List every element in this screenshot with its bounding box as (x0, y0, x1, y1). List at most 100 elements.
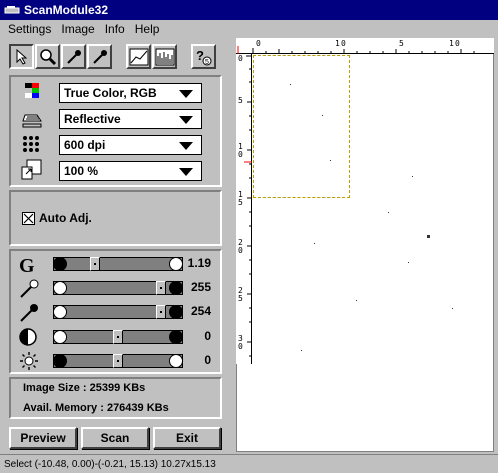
brightness-slider-thumb[interactable] (113, 354, 123, 368)
resolution-icon (23, 136, 39, 152)
auto-adjust-label: Auto Adj. (39, 211, 92, 225)
menu-settings[interactable]: Settings (0, 22, 56, 36)
ruler-left-label: 0 (238, 54, 243, 63)
status-bar: Select (-10.48, 0.00)-(-0.21, 15.13) 10.… (0, 454, 498, 473)
menu-help[interactable]: Help (130, 22, 165, 36)
help-tool-button[interactable]: ? 5 (191, 44, 216, 69)
resolution-value: 600 dpi (64, 138, 106, 152)
slider-min-icon (53, 281, 67, 295)
eyedropper-white-tool-button[interactable] (87, 44, 112, 69)
svg-text:5: 5 (205, 59, 209, 66)
slider-min-icon (53, 257, 67, 271)
brightness-icon (20, 352, 38, 370)
check-x-icon (23, 213, 34, 224)
chevron-down-icon (179, 90, 193, 98)
preview-button[interactable]: Preview (9, 427, 77, 449)
brightness-slider[interactable] (53, 354, 183, 368)
zoom-icon (39, 48, 56, 65)
help-icon: ? 5 (196, 48, 211, 66)
scan-button[interactable]: Scan (81, 427, 149, 449)
contrast-icon (19, 328, 37, 346)
auto-adjust-group: Auto Adj. (9, 190, 222, 246)
eyedropper-tool-button[interactable] (61, 44, 86, 69)
info-group: Image Size : 25399 KBs Avail. Memory : 2… (9, 377, 222, 419)
resolution-select[interactable]: 600 dpi (59, 135, 202, 155)
title-bar: ScanModule32 (0, 0, 498, 20)
menu-image[interactable]: Image (56, 22, 99, 36)
white-point-slider[interactable] (53, 281, 183, 295)
black-point-slider[interactable] (53, 305, 183, 319)
color-mode-select[interactable]: True Color, RGB (59, 83, 202, 103)
ruler-top: 0 1 0 1 5 0 (236, 38, 494, 54)
chevron-down-icon (179, 116, 193, 124)
brightness-value: 0 (204, 353, 211, 367)
contrast-value: 0 (204, 329, 211, 343)
slider-max-icon (169, 257, 183, 271)
ruler-left-label: 0 (238, 342, 243, 351)
contrast-slider[interactable] (53, 330, 183, 344)
slider-max-icon (169, 354, 183, 368)
color-mode-value: True Color, RGB (64, 86, 157, 100)
black-point-slider-thumb[interactable] (156, 305, 166, 319)
ruler-left-label: 0 (238, 246, 243, 255)
ruler-left-label: 5 (238, 96, 243, 105)
curve-icon (129, 48, 148, 65)
ruler-left: 0 5 1 0 1 5 2 0 2 5 3 0 (236, 54, 252, 364)
chevron-down-icon (179, 168, 193, 176)
white-point-slider-thumb[interactable] (156, 281, 166, 295)
status-text: Select (-10.48, 0.00)-(-0.21, 15.13) 10.… (4, 458, 216, 470)
curve-tool-button[interactable] (126, 44, 151, 69)
svg-text:G: G (19, 255, 35, 276)
pointer-icon (16, 48, 27, 65)
gamma-slider[interactable] (53, 257, 183, 271)
pointer-tool-button[interactable] (9, 44, 34, 69)
color-mode-icon (25, 83, 39, 98)
scale-icon (21, 159, 42, 180)
zoom-tool-button[interactable] (35, 44, 60, 69)
scanner-app-icon (4, 6, 20, 14)
eyedropper-white-icon (92, 49, 107, 64)
histogram-icon (155, 48, 174, 65)
slider-max-icon (169, 281, 183, 295)
black-point-value: 254 (190, 304, 211, 318)
slider-max-icon (169, 330, 183, 344)
slider-max-icon (169, 305, 183, 319)
gamma-icon: G (19, 255, 35, 276)
eyedropper-icon (20, 279, 39, 298)
eyedropper-icon (66, 49, 81, 64)
contrast-slider-thumb[interactable] (113, 330, 123, 344)
reflective-source-icon (22, 114, 42, 128)
histogram-tool-button[interactable] (152, 44, 177, 69)
source-value: Reflective (64, 112, 121, 126)
toolbar: ? 5 (9, 44, 217, 72)
ruler-left-label: 0 (238, 150, 243, 159)
source-select[interactable]: Reflective (59, 109, 202, 129)
gamma-slider-thumb[interactable] (90, 257, 100, 271)
exit-button-label: Exit (175, 431, 198, 445)
eyedropper-icon (20, 304, 38, 322)
settings-group: True Color, RGB Reflective 600 dpi 100 % (9, 75, 222, 187)
menu-bar: Settings Image Info Help (0, 20, 498, 38)
scale-value: 100 % (64, 164, 99, 178)
gamma-value: 1.19 (187, 256, 211, 270)
ruler-left-label: 5 (238, 198, 243, 207)
sliders-group: G 1.19 255 254 0 0 (9, 249, 222, 374)
menu-info[interactable]: Info (100, 22, 130, 36)
ruler-top-label: 5 (399, 39, 404, 48)
window-title: ScanModule32 (24, 3, 109, 17)
scan-button-label: Scan (100, 431, 130, 445)
ruler-top-label: 0 (341, 39, 346, 48)
auto-adjust-checkbox[interactable] (22, 212, 35, 225)
preview-button-label: Preview (20, 431, 66, 445)
scale-select[interactable]: 100 % (59, 161, 202, 181)
chevron-down-icon (179, 142, 193, 150)
exit-button[interactable]: Exit (153, 427, 221, 449)
scan-selection-frame[interactable] (253, 55, 350, 198)
white-point-value: 255 (190, 280, 211, 294)
slider-min-icon (53, 330, 67, 344)
ruler-top-label: 0 (455, 39, 460, 48)
slider-min-icon (53, 305, 67, 319)
ruler-top-label: 0 (256, 39, 261, 48)
slider-min-icon (53, 354, 67, 368)
avail-memory-text: Avail. Memory : 276439 KBs (23, 402, 169, 414)
